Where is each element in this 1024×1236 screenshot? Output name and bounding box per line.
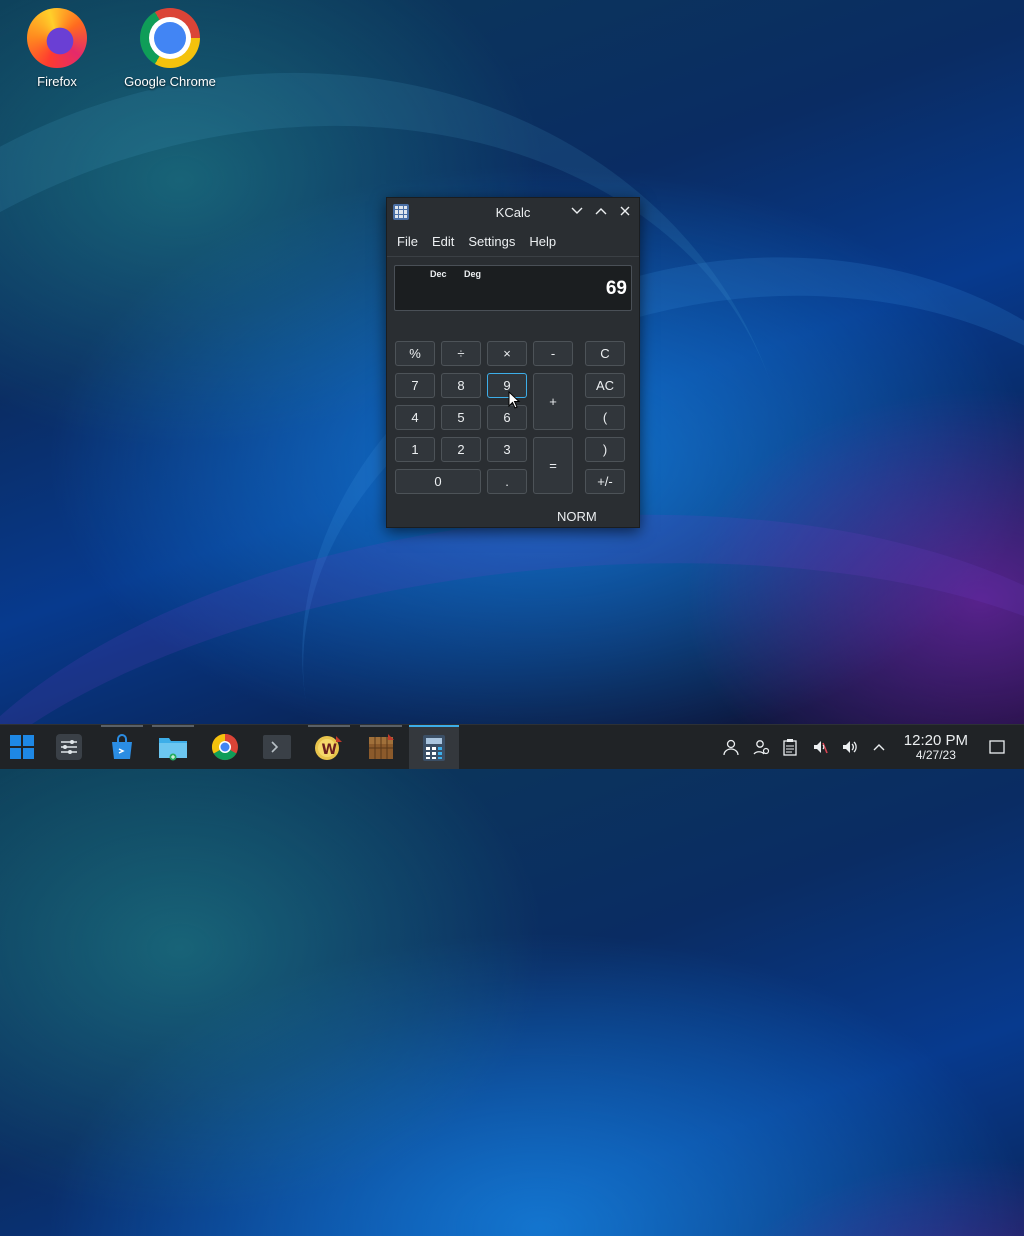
multiply-key[interactable]: × xyxy=(487,341,527,366)
user-icon[interactable] xyxy=(721,737,741,757)
taskbar-application-launcher[interactable] xyxy=(0,725,44,769)
all-clear-key[interactable]: AC xyxy=(585,373,625,398)
digit-3-key[interactable]: 3 xyxy=(487,437,527,462)
taskbar-google-chrome[interactable] xyxy=(200,725,250,769)
calculator-display[interactable]: Dec Deg 69 xyxy=(394,265,632,311)
taskbar-file-manager[interactable] xyxy=(148,725,198,769)
open-paren-key[interactable]: ( xyxy=(585,405,625,430)
digit-0-key[interactable]: 0 xyxy=(395,469,481,494)
taskbar-kcalc[interactable] xyxy=(409,725,459,769)
digit-4-key[interactable]: 4 xyxy=(395,405,435,430)
kcalc-window: KCalc File Edit Settings Help Dec Deg 69… xyxy=(386,197,640,528)
digit-2-key[interactable]: 2 xyxy=(441,437,481,462)
microphone-muted-icon[interactable] xyxy=(810,737,830,757)
close-button[interactable] xyxy=(617,204,633,220)
digit-7-key[interactable]: 7 xyxy=(395,373,435,398)
chrome-icon xyxy=(211,733,238,761)
desktop-icon-label: Firefox xyxy=(37,74,77,89)
calculator-icon xyxy=(423,735,445,761)
desktop-icon-chrome[interactable]: Google Chrome xyxy=(115,8,225,89)
desktop-icon-firefox[interactable]: Firefox xyxy=(2,8,112,89)
taskbar-discover[interactable] xyxy=(97,725,147,769)
mouse-pointer-icon xyxy=(508,390,521,409)
settings-sliders-icon xyxy=(56,734,82,760)
digit-5-key[interactable]: 5 xyxy=(441,405,481,430)
taskbar-system-settings[interactable] xyxy=(44,725,94,769)
terminal-icon xyxy=(263,735,291,759)
folder-icon xyxy=(159,738,187,761)
wallpaper-swoosh xyxy=(0,0,922,1187)
percent-key[interactable]: % xyxy=(395,341,435,366)
clock-date: 4/27/23 xyxy=(915,748,956,762)
digit-8-key[interactable]: 8 xyxy=(441,373,481,398)
taskbar-minecraft[interactable] xyxy=(356,725,406,769)
chevron-up-icon[interactable] xyxy=(869,737,889,757)
clock-time: 12:20 PM xyxy=(903,732,968,749)
close-icon xyxy=(620,206,630,216)
clipboard-icon[interactable] xyxy=(780,737,800,757)
digit-1-key[interactable]: 1 xyxy=(395,437,435,462)
crafting-table-icon xyxy=(369,734,394,759)
taskbar-clock[interactable]: 12:20 PM 4/27/23 xyxy=(904,733,968,762)
store-bag-icon xyxy=(112,734,132,759)
decimal-key[interactable]: . xyxy=(487,469,527,494)
user-switch-icon[interactable] xyxy=(751,737,771,757)
minus-key[interactable]: - xyxy=(533,341,573,366)
mode-indicator: NORM xyxy=(557,509,597,524)
wallpaper-swoosh xyxy=(0,453,1024,1236)
chevron-down-icon xyxy=(571,207,583,214)
maximize-button[interactable] xyxy=(593,204,609,220)
menu-file[interactable]: File xyxy=(391,234,426,249)
wine-icon: W xyxy=(315,736,342,760)
minimize-button[interactable] xyxy=(569,204,585,220)
clear-key[interactable]: C xyxy=(585,341,625,366)
plus-key[interactable]: + xyxy=(533,373,573,430)
chrome-icon xyxy=(140,8,200,68)
windows-start-icon xyxy=(10,735,34,759)
equals-key[interactable]: = xyxy=(533,437,573,494)
taskbar: W 12:20 PM 4/27/23 xyxy=(0,724,1024,769)
divide-key[interactable]: ÷ xyxy=(441,341,481,366)
window-titlebar[interactable]: KCalc xyxy=(387,198,639,226)
menu-edit[interactable]: Edit xyxy=(426,234,462,249)
display-value: 69 xyxy=(605,278,627,299)
sign-toggle-key[interactable]: +/- xyxy=(585,469,625,494)
show-desktop-icon[interactable] xyxy=(987,737,1007,757)
menu-settings[interactable]: Settings xyxy=(462,234,523,249)
volume-icon[interactable] xyxy=(840,737,860,757)
chevron-up-icon xyxy=(595,208,607,215)
menu-help[interactable]: Help xyxy=(523,234,564,249)
svg-text:W: W xyxy=(322,742,337,758)
base-indicator: Dec xyxy=(430,269,447,279)
taskbar-konsole[interactable] xyxy=(252,725,302,769)
taskbar-wine[interactable]: W xyxy=(304,725,354,769)
firefox-icon xyxy=(27,8,87,68)
menu-bar: File Edit Settings Help xyxy=(387,226,639,257)
angle-indicator: Deg xyxy=(464,269,482,279)
desktop-icon-label: Google Chrome xyxy=(124,74,216,89)
close-paren-key[interactable]: ) xyxy=(585,437,625,462)
